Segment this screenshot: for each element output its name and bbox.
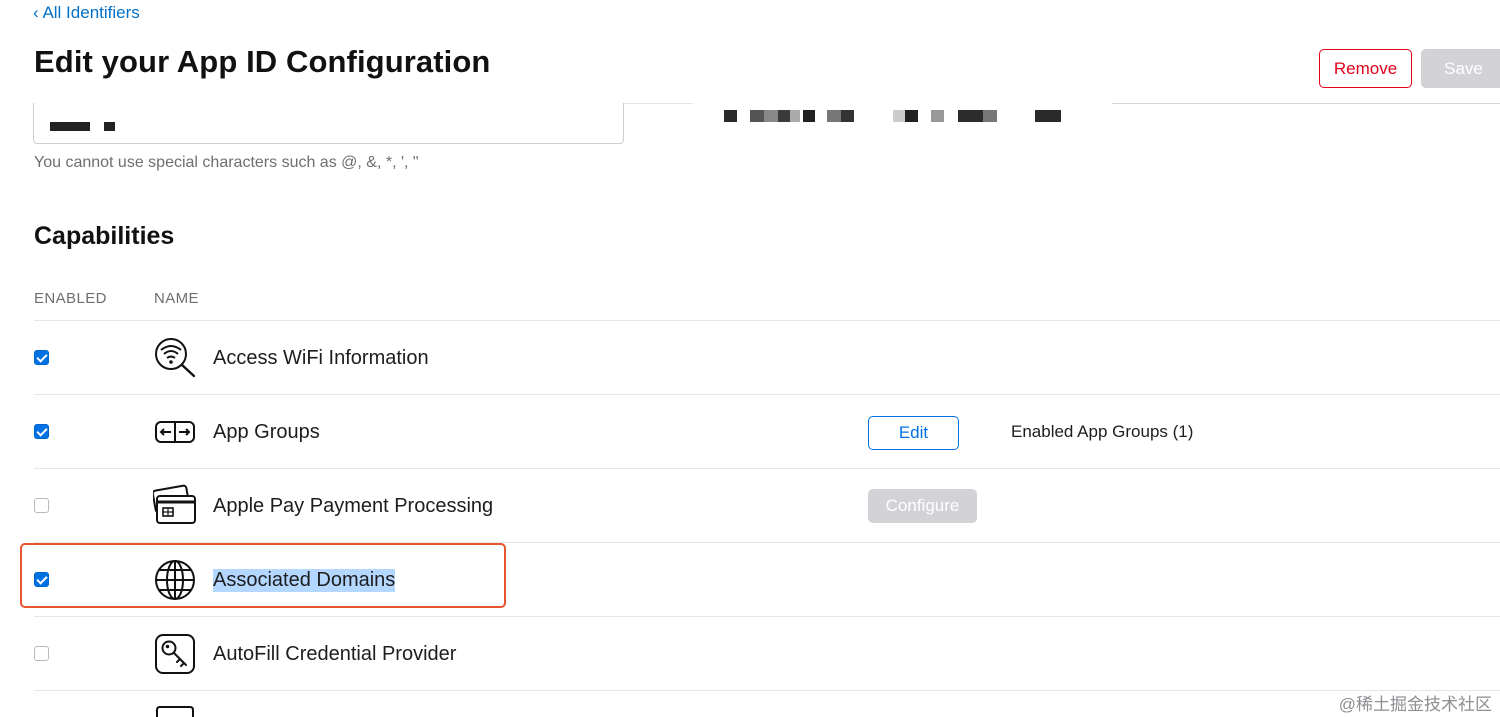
divider	[1112, 103, 1500, 104]
edit-app-groups-button[interactable]: Edit	[868, 416, 959, 450]
row-divider	[34, 320, 1500, 321]
watermark: @稀土掘金技术社区	[1338, 695, 1492, 714]
wifi-search-icon	[155, 338, 196, 378]
credit-card-icon	[153, 484, 196, 524]
row-divider	[34, 394, 1500, 395]
page-title: Edit your App ID Configuration	[34, 44, 491, 79]
description-helper-text: You cannot use special characters such a…	[34, 154, 419, 171]
highlight-annotation-box	[20, 543, 506, 608]
row-divider	[34, 468, 1500, 469]
enabled-checkbox[interactable]	[34, 424, 49, 439]
capabilities-title: Capabilities	[34, 222, 175, 250]
capability-name: AutoFill Credential Provider	[213, 643, 457, 665]
row-divider	[34, 616, 1500, 617]
enabled-checkbox[interactable]	[34, 646, 49, 661]
key-icon	[155, 634, 195, 674]
capability-name: Apple Pay Payment Processing	[213, 495, 494, 517]
partially-visible-icon	[156, 706, 194, 717]
column-header-enabled: ENABLED	[34, 290, 107, 307]
app-groups-icon	[155, 421, 195, 443]
remove-button[interactable]: Remove	[1319, 49, 1412, 88]
capability-name: App Groups	[213, 421, 320, 443]
redacted-text	[50, 122, 90, 131]
back-to-identifiers-link[interactable]: ‹ All Identifiers	[33, 3, 140, 23]
capability-name: Access WiFi Information	[213, 347, 429, 369]
save-button[interactable]: Save	[1421, 49, 1500, 88]
redacted-text	[104, 122, 115, 131]
column-header-name: NAME	[154, 290, 199, 307]
description-input[interactable]	[33, 103, 624, 144]
enabled-checkbox[interactable]	[34, 498, 49, 513]
row-divider	[34, 690, 1500, 691]
configure-apple-pay-button[interactable]: Configure	[868, 489, 977, 523]
enabled-app-groups-count: Enabled App Groups (1)	[1011, 422, 1194, 441]
enabled-checkbox[interactable]	[34, 350, 49, 365]
